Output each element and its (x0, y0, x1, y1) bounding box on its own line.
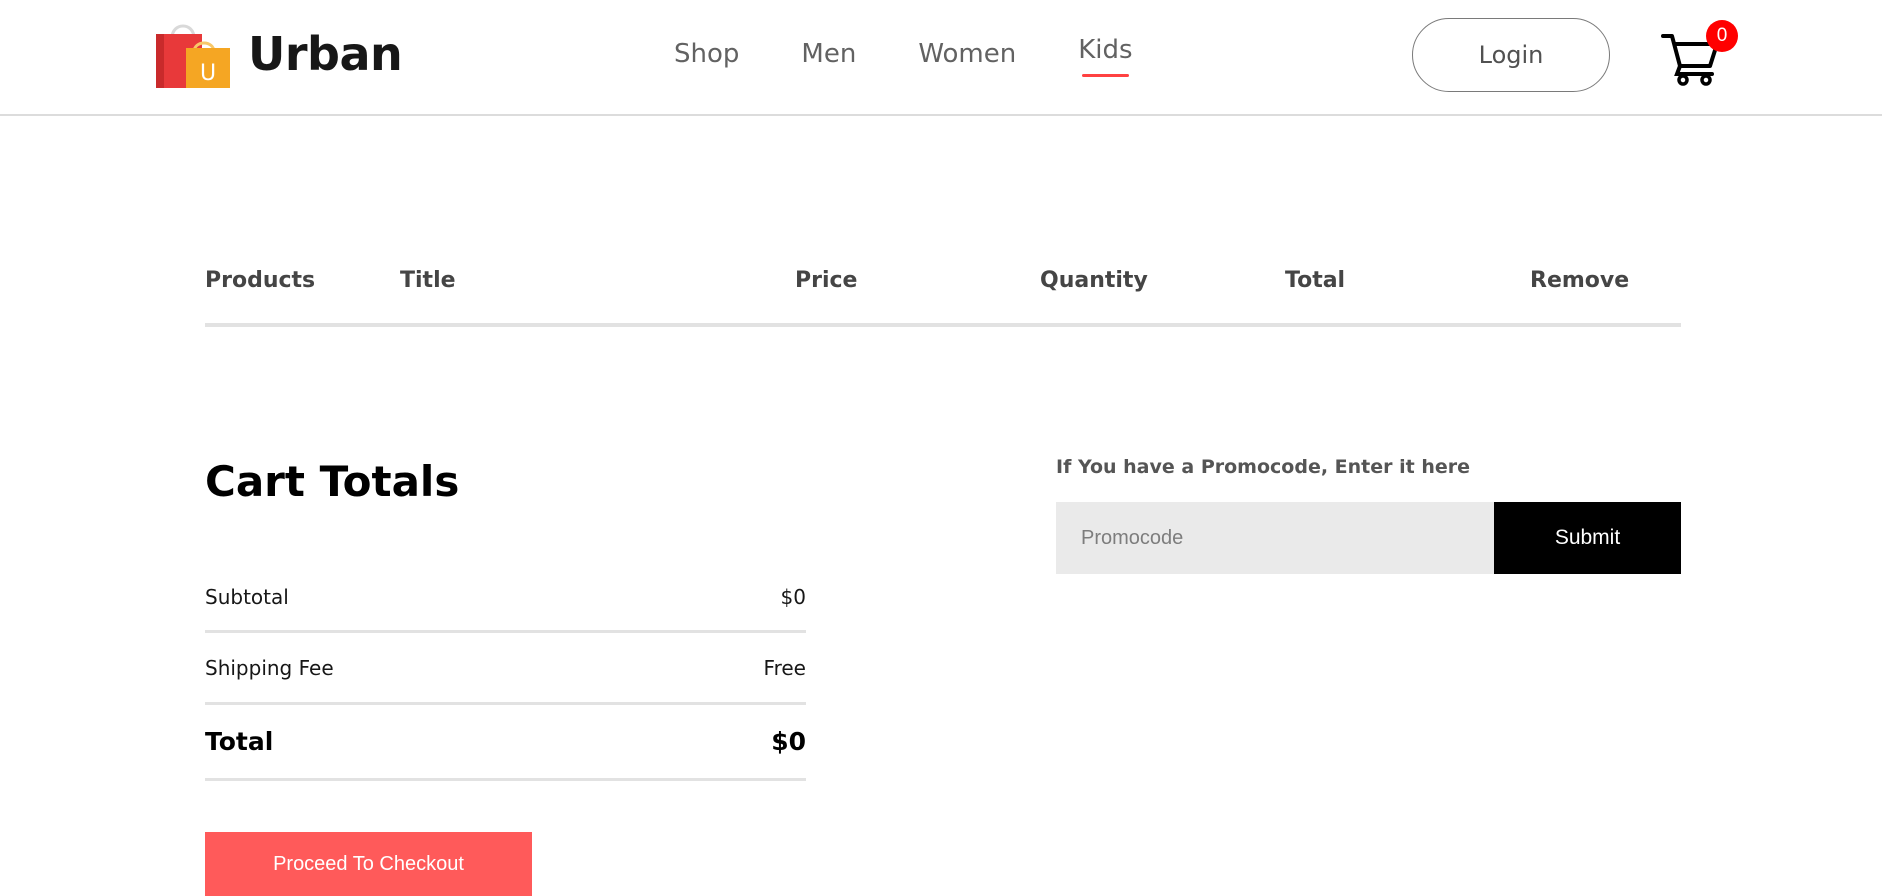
nav-item-women[interactable]: Women (918, 36, 1016, 72)
totals-divider (205, 630, 806, 633)
shipping-row: Shipping Fee Free (205, 656, 806, 680)
nav-item-kids[interactable]: Kids (1078, 32, 1133, 77)
header-price: Price (795, 268, 858, 293)
cart-count-badge: 0 (1706, 20, 1738, 52)
cart-header-divider (205, 323, 1681, 327)
shopping-bag-icon: U (154, 18, 232, 90)
active-nav-underline (1082, 74, 1129, 77)
logo[interactable]: U Urban (154, 18, 403, 90)
navbar: U Urban Shop Men Women Kids Login 0 (0, 0, 1882, 116)
cart-totals-title: Cart Totals (205, 457, 460, 506)
total-label: Total (205, 727, 274, 756)
header-products: Products (205, 268, 316, 293)
subtotal-value: $0 (780, 585, 806, 609)
header-total: Total (1285, 268, 1346, 293)
login-button[interactable]: Login (1412, 18, 1610, 92)
header-quantity: Quantity (1040, 268, 1148, 293)
nav-item-kids-label: Kids (1078, 35, 1133, 65)
cart-table-header: Products Title Price Quantity Total Remo… (205, 266, 1681, 326)
cart-button[interactable]: 0 (1660, 18, 1740, 86)
promo-submit-button[interactable]: Submit (1494, 502, 1681, 574)
promo-form: Submit (1056, 502, 1681, 574)
nav-item-shop[interactable]: Shop (674, 36, 739, 72)
total-row: Total $0 (205, 727, 806, 756)
subtotal-label: Subtotal (205, 585, 289, 609)
shipping-value: Free (763, 656, 806, 680)
nav-item-men[interactable]: Men (801, 36, 856, 72)
proceed-to-checkout-button[interactable]: Proceed To Checkout (205, 832, 532, 896)
subtotal-row: Subtotal $0 (205, 585, 806, 609)
brand-name: Urban (248, 27, 403, 81)
total-value: $0 (771, 727, 806, 756)
totals-divider (205, 702, 806, 705)
svg-text:U: U (200, 61, 216, 86)
header-title: Title (400, 268, 456, 293)
shipping-label: Shipping Fee (205, 656, 334, 680)
nav-menu: Shop Men Women Kids (674, 35, 1195, 77)
promo-label: If You have a Promocode, Enter it here (1056, 456, 1471, 478)
totals-divider (205, 778, 806, 781)
header-remove: Remove (1530, 268, 1630, 293)
promocode-input[interactable] (1056, 502, 1494, 574)
